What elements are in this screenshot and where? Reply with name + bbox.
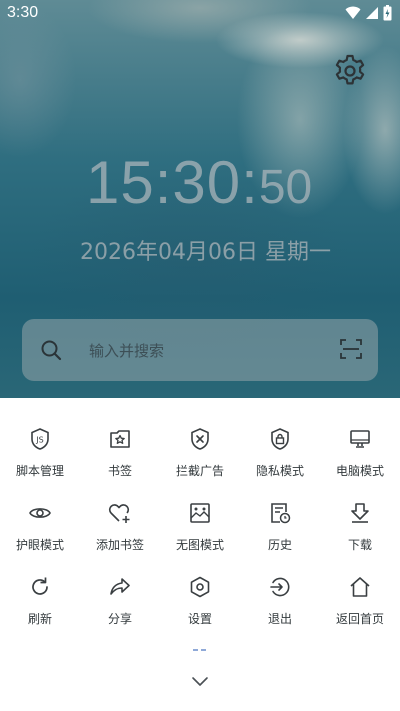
menu-item-share[interactable]: 分享 xyxy=(80,574,160,648)
menu-item-settings[interactable]: 设置 xyxy=(160,574,240,648)
menu-item-label: 电脑模式 xyxy=(335,464,384,478)
download-icon xyxy=(347,500,373,526)
desktop-icon xyxy=(347,426,373,452)
menu-row: JS 脚本管理 书签 拦截广告 隐私模式 电脑模式 xyxy=(0,426,400,500)
page-dot-active xyxy=(193,649,198,651)
image-icon xyxy=(187,500,213,526)
chevron-down-icon[interactable] xyxy=(188,672,212,692)
menu-item-bookmarks[interactable]: 书签 xyxy=(80,426,160,500)
menu-item-exit[interactable]: 退出 xyxy=(240,574,320,648)
page-dot xyxy=(201,649,206,651)
settings-hex-icon xyxy=(187,574,213,600)
clock-hours-minutes: 15:30: xyxy=(86,149,259,216)
menu-item-label: 脚本管理 xyxy=(15,464,64,478)
date-text: 2026年04月06日 星期一 xyxy=(80,240,331,265)
menu-item-label: 无图模式 xyxy=(175,538,224,552)
menu-item-desktop-mode[interactable]: 电脑模式 xyxy=(320,426,400,500)
menu-item-add-bookmark[interactable]: 添加书签 xyxy=(80,500,160,574)
privacy-lock-icon xyxy=(267,426,293,452)
menu-item-label: 历史 xyxy=(267,538,292,552)
share-icon xyxy=(107,574,133,600)
menu-item-label: 护眼模式 xyxy=(15,538,64,552)
menu-item-no-image[interactable]: 无图模式 xyxy=(160,500,240,574)
exit-icon xyxy=(267,574,293,600)
menu-grid: JS 脚本管理 书签 拦截广告 隐私模式 电脑模式 护眼模式 添加书签 无图模式… xyxy=(0,426,400,648)
clock-seconds: 50 xyxy=(258,161,313,214)
cell-signal-icon xyxy=(366,7,378,19)
settings-gear-icon[interactable] xyxy=(332,53,368,89)
menu-item-download[interactable]: 下载 xyxy=(320,500,400,574)
menu-row: 护眼模式 添加书签 无图模式 历史 下载 xyxy=(0,500,400,574)
heart-plus-icon xyxy=(107,500,133,526)
menu-item-privacy-mode[interactable]: 隐私模式 xyxy=(240,426,320,500)
menu-item-home[interactable]: 返回首页 xyxy=(320,574,400,648)
status-bar: 3:30 xyxy=(0,0,400,28)
menu-item-label: 返回首页 xyxy=(335,612,384,626)
svg-text:JS: JS xyxy=(35,436,43,445)
menu-item-script-manager[interactable]: JS 脚本管理 xyxy=(0,426,80,500)
menu-item-label: 拦截广告 xyxy=(175,464,224,478)
menu-sheet: JS 脚本管理 书签 拦截广告 隐私模式 电脑模式 护眼模式 添加书签 无图模式… xyxy=(0,398,400,711)
scan-icon[interactable] xyxy=(340,338,362,360)
menu-item-label: 添加书签 xyxy=(95,538,144,552)
menu-item-ad-block[interactable]: 拦截广告 xyxy=(160,426,240,500)
menu-item-eye-care[interactable]: 护眼模式 xyxy=(0,500,80,574)
ad-block-icon xyxy=(187,426,213,452)
home-icon xyxy=(347,574,373,600)
menu-item-label: 隐私模式 xyxy=(255,464,304,478)
status-icons xyxy=(345,5,392,21)
menu-item-label: 书签 xyxy=(107,464,132,478)
battery-charging-icon xyxy=(383,5,392,21)
menu-item-label: 刷新 xyxy=(27,612,52,626)
wifi-icon xyxy=(345,6,361,19)
menu-item-label: 分享 xyxy=(107,612,132,626)
menu-row: 刷新 分享 设置 退出 返回首页 xyxy=(0,574,400,648)
eye-icon xyxy=(27,500,53,526)
menu-item-label: 退出 xyxy=(267,612,292,626)
search-icon xyxy=(41,340,62,361)
script-icon: JS xyxy=(27,426,53,452)
status-time: 3:30 xyxy=(7,4,39,21)
refresh-icon xyxy=(27,574,53,600)
menu-item-history[interactable]: 历史 xyxy=(240,500,320,574)
clock: 15:30:50 xyxy=(86,148,312,217)
search-bar[interactable]: 输入并搜索 xyxy=(22,319,378,381)
menu-item-label: 下载 xyxy=(347,538,372,552)
menu-item-label: 设置 xyxy=(187,612,212,626)
bookmark-star-icon xyxy=(107,426,133,452)
search-input[interactable]: 输入并搜索 xyxy=(89,340,164,361)
history-icon xyxy=(267,500,293,526)
page-indicator xyxy=(193,649,206,651)
menu-item-refresh[interactable]: 刷新 xyxy=(0,574,80,648)
